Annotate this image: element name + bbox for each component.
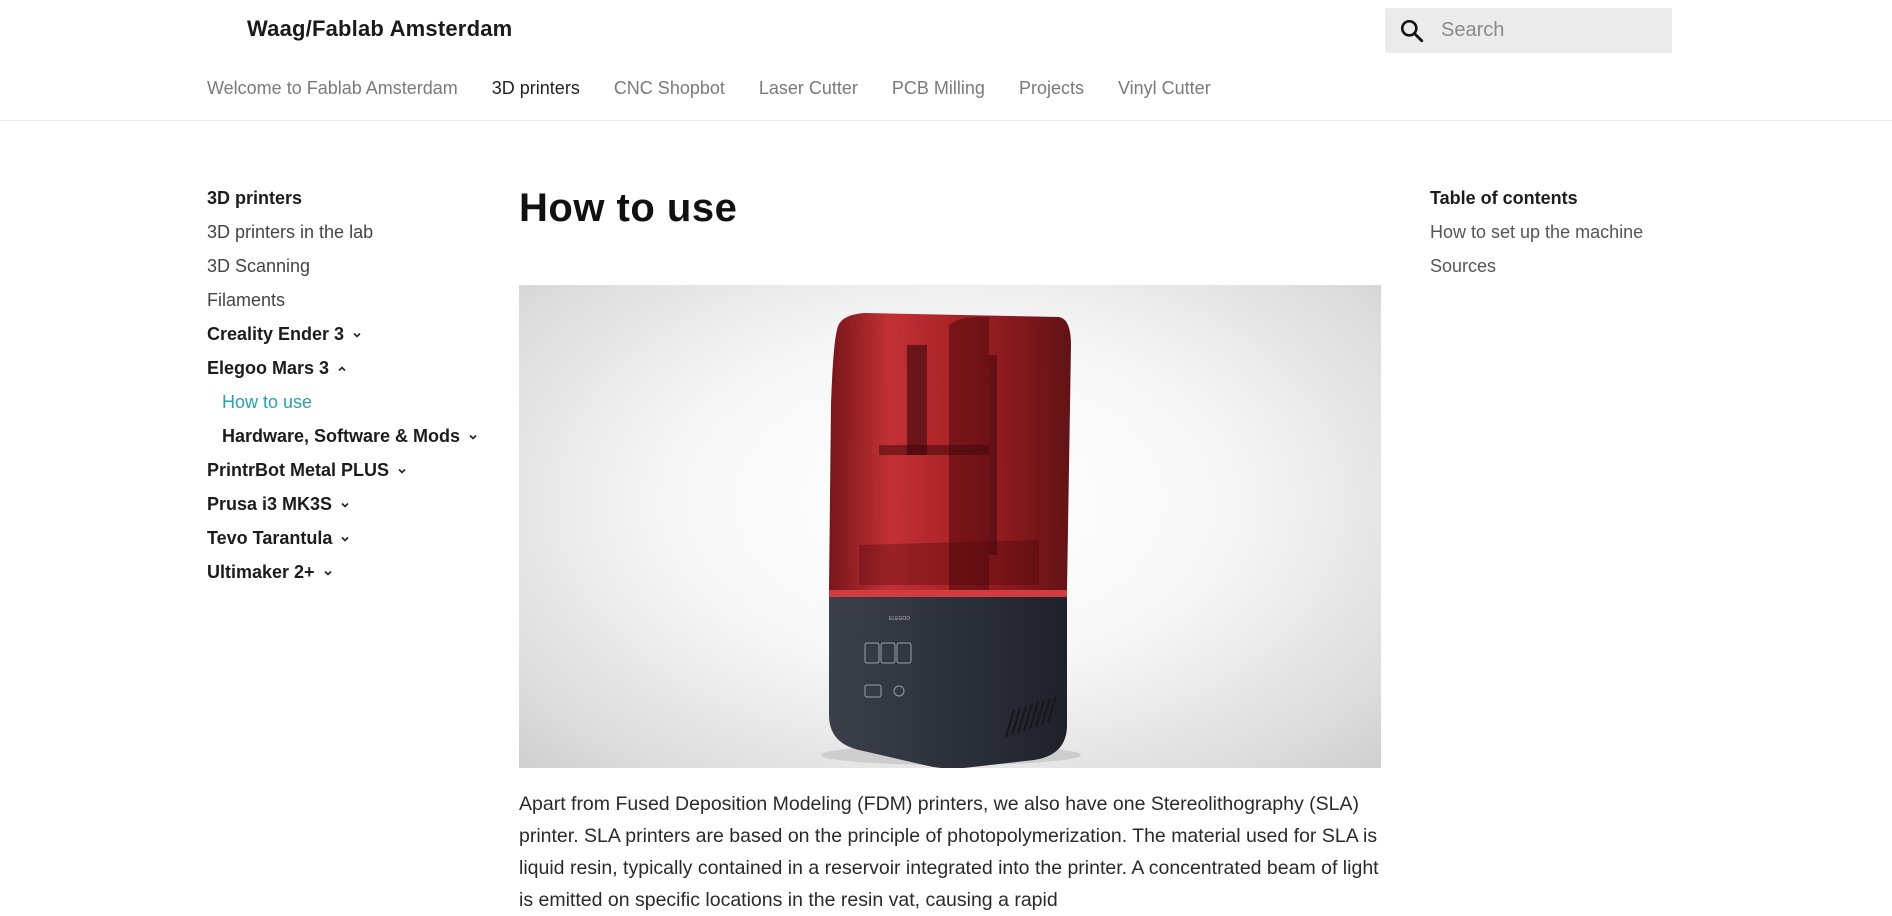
sidebar-item-label: Elegoo Mars 3 bbox=[207, 358, 330, 378]
svg-text:ELEGOO: ELEGOO bbox=[889, 616, 910, 622]
nav-cnc-shopbot[interactable]: CNC Shopbot bbox=[614, 78, 725, 99]
sidebar-item-label: Creality Ender 3 bbox=[207, 324, 345, 344]
nav-laser-cutter[interactable]: Laser Cutter bbox=[759, 78, 858, 99]
sidebar-item-printrbot-metal-plus[interactable]: PrintrBot Metal PLUS bbox=[207, 460, 487, 494]
sidebar-item-3d-printers-in-the-lab[interactable]: 3D printers in the lab bbox=[207, 222, 487, 256]
chevron-down-icon[interactable] bbox=[397, 466, 407, 476]
sidebar-item-filaments[interactable]: Filaments bbox=[207, 290, 487, 324]
chevron-down-icon[interactable] bbox=[340, 500, 350, 510]
sidebar-item-ultimaker-2-plus[interactable]: Ultimaker 2+ bbox=[207, 562, 487, 596]
table-of-contents: Table of contents How to set up the mach… bbox=[1430, 188, 1710, 290]
page-title: How to use bbox=[519, 186, 738, 230]
site-header: Waag/Fablab Amsterdam Welcome to Fablab … bbox=[0, 0, 1892, 121]
toc-item-how-to-set-up-the-machine[interactable]: How to set up the machine bbox=[1430, 222, 1710, 256]
sidebar-item-label: Prusa i3 MK3S bbox=[207, 494, 333, 514]
nav-vinyl-cutter[interactable]: Vinyl Cutter bbox=[1118, 78, 1211, 99]
top-nav: Welcome to Fablab Amsterdam 3D printers … bbox=[207, 78, 1245, 99]
search-box[interactable] bbox=[1385, 8, 1672, 53]
chevron-down-icon[interactable] bbox=[352, 330, 362, 340]
sidebar-item-label: Ultimaker 2+ bbox=[207, 562, 315, 582]
toc-title: Table of contents bbox=[1430, 188, 1578, 208]
nav-3d-printers[interactable]: 3D printers bbox=[492, 78, 580, 99]
sidebar-item-how-to-use[interactable]: How to use bbox=[207, 392, 487, 426]
nav-welcome[interactable]: Welcome to Fablab Amsterdam bbox=[207, 78, 458, 99]
printer-image: ELEGOO bbox=[519, 285, 1381, 768]
sidebar-item-label: Tevo Tarantula bbox=[207, 528, 333, 548]
chevron-down-icon[interactable] bbox=[340, 534, 350, 544]
chevron-up-icon[interactable] bbox=[337, 364, 347, 374]
sidebar-item-hardware-software-mods[interactable]: Hardware, Software & Mods bbox=[207, 426, 487, 460]
search-icon bbox=[1400, 19, 1424, 42]
toc-item-sources[interactable]: Sources bbox=[1430, 256, 1710, 290]
sidebar-section-3d-printers[interactable]: 3D printers bbox=[207, 188, 487, 222]
nav-projects[interactable]: Projects bbox=[1019, 78, 1084, 99]
sidebar-nav: 3D printers 3D printers in the lab 3D Sc… bbox=[207, 188, 487, 596]
site-title[interactable]: Waag/Fablab Amsterdam bbox=[247, 16, 512, 42]
sidebar-item-label: Hardware, Software & Mods bbox=[222, 426, 461, 446]
elegoo-mars-3-illustration: ELEGOO bbox=[821, 313, 1081, 768]
sidebar-item-elegoo-mars-3[interactable]: Elegoo Mars 3 bbox=[207, 358, 487, 392]
sidebar-item-prusa-i3-mk3s[interactable]: Prusa i3 MK3S bbox=[207, 494, 487, 528]
chevron-down-icon[interactable] bbox=[323, 568, 333, 578]
nav-pcb-milling[interactable]: PCB Milling bbox=[892, 78, 985, 99]
search-input[interactable] bbox=[1439, 18, 1663, 43]
sidebar-item-3d-scanning[interactable]: 3D Scanning bbox=[207, 256, 487, 290]
sidebar-item-creality-ender-3[interactable]: Creality Ender 3 bbox=[207, 324, 487, 358]
sidebar-item-tevo-tarantula[interactable]: Tevo Tarantula bbox=[207, 528, 487, 562]
sidebar-item-label: PrintrBot Metal PLUS bbox=[207, 460, 390, 480]
main-content: How to use ELEGOO Apart from Fused Depos… bbox=[519, 180, 1381, 911]
intro-paragraph: Apart from Fused Deposition Modeling (FD… bbox=[519, 793, 1379, 911]
chevron-down-icon[interactable] bbox=[468, 432, 478, 442]
